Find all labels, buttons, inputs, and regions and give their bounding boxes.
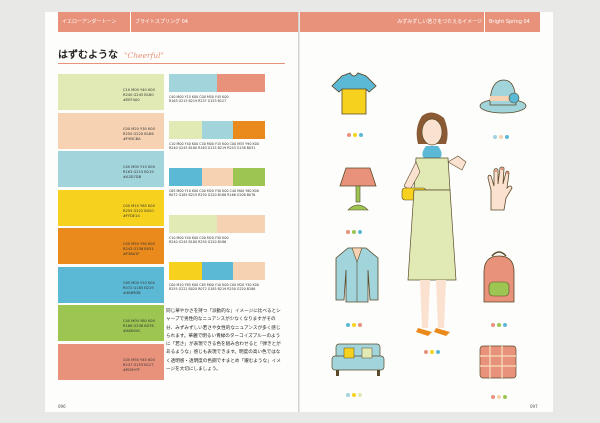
page-number-left: 096 <box>58 404 66 409</box>
combo-cell <box>233 168 265 186</box>
swatch-cmyk: C00 M10 Y85 K00 <box>123 203 155 208</box>
color-swatch: C40 M00 Y15 K00 R163 G215 B219 #A3D7DB <box>58 151 164 187</box>
color-swatch: C65 M00 Y10 K00 R072 G185 B219 #48B9DB <box>58 266 164 303</box>
combo-label: C10 M00 Y40 K00 C40 M00 Y15 K00 C00 M55 … <box>169 142 259 150</box>
combo-cell <box>201 262 234 280</box>
hand-icon <box>487 166 513 211</box>
combo-label: C65 M00 Y10 K00 C00 M20 Y30 K00 C40 M00 … <box>169 189 259 197</box>
right-header-en: Bright Spring 04 <box>484 12 541 32</box>
color-swatch: C40 M00 Y80 K00 R166 G208 B076 #A6D04C <box>58 305 164 341</box>
right-header-bar: みずみずしい若さをつたえるイメージ Bright Spring 04 <box>300 12 540 32</box>
color-swatch: C00 M10 Y85 K00 R255 G222 B020 #FFDE14 <box>58 189 164 226</box>
swatch-label: C00 M55 Y90 K00 R243 G138 B031 #F38A1F <box>123 242 155 257</box>
swatch-hex: #EEF4A0 <box>123 98 140 102</box>
combo-cell <box>169 215 217 233</box>
combo-label2: R240 G245 B180 R163 G215 B219 R243 G138 … <box>169 146 256 150</box>
swatch-label: C00 M10 Y85 K00 R255 G222 B020 #FFDE14 <box>123 204 155 219</box>
backpack-icon <box>483 251 515 303</box>
left-header-bar: イエローアンダートーン ブライトスプリング 04 <box>58 12 298 32</box>
title-en: "Cheerful" <box>124 51 164 60</box>
combo-label: C40 M00 Y15 K00 C00 M50 Y45 K00 R163 G215… <box>169 95 229 103</box>
body-text: 同じ華やかさを持つ「派動的な」イメージに比べるとシャープで男性的なニュアンスが少… <box>166 309 281 373</box>
color-combo <box>169 168 265 186</box>
combo-cell <box>217 215 265 233</box>
combo-label2: R163 G215 B219 R237 G153 B127 <box>169 99 227 103</box>
jacket-icon <box>335 247 379 303</box>
swatch-cmyk: C00 M20 Y30 K00 <box>123 126 155 131</box>
color-combo <box>169 215 265 233</box>
color-swatch: C10 M00 Y40 K00 R240 G245 B180 #EEF4A0 <box>58 74 164 110</box>
swatch-rgb: R250 G220 B186 <box>123 131 154 136</box>
combo-cell <box>201 121 234 139</box>
hat-color-dots <box>493 124 511 139</box>
woman-color-dots <box>424 339 442 354</box>
sofa-color-dots <box>346 382 364 397</box>
swatch-rgb: R255 G222 B020 <box>123 208 154 213</box>
color-swatch: C00 M55 Y90 K00 R243 G138 B031 #F38A1F <box>58 228 164 264</box>
combo-cell <box>169 168 202 186</box>
swatch-hex: #FFDE14 <box>123 213 140 218</box>
title-jp: はずむような <box>58 50 118 61</box>
combo-cell <box>169 262 202 280</box>
combo-label: C10 M00 Y40 K00 C00 M20 Y30 K00 R240 G245… <box>169 236 229 244</box>
woman-figure <box>401 112 467 336</box>
swatch-rgb: R237 G153 B127 <box>123 362 154 367</box>
color-combo <box>169 121 265 139</box>
swatch-hex: #ED997F <box>123 367 140 372</box>
swatch-label: C10 M00 Y40 K00 R240 G245 B180 #EEF4A0 <box>123 88 155 103</box>
swatch-hex: #F9DCBA <box>123 136 141 141</box>
swatch-label: C40 M00 Y80 K00 R166 G208 B076 #A6D04C <box>123 319 155 334</box>
swatch-cmyk: C65 M00 Y10 K00 <box>123 280 155 285</box>
backpack-color-dots <box>491 312 509 327</box>
combo-label: C00 M10 Y85 K00 C65 M00 Y10 K00 C00 M20 … <box>169 283 259 291</box>
combo-cell <box>233 262 265 280</box>
combo-cell <box>169 74 217 92</box>
swatch-hex: #F38A1F <box>123 252 140 256</box>
jacket-color-dots <box>346 312 364 327</box>
header-category: イエローアンダートーン <box>62 19 117 25</box>
page-title: はずむような "Cheerful" <box>58 46 164 61</box>
lamp-icon <box>339 167 377 211</box>
color-swatch: C00 M50 Y45 K00 R237 G153 B127 #ED997F <box>58 343 164 380</box>
sofa-icon <box>331 343 385 376</box>
color-combo <box>169 262 265 280</box>
cushion-icon <box>479 345 517 379</box>
swatch-hex: #A6D04C <box>123 329 141 333</box>
combo-cell <box>201 168 234 186</box>
combo-cell <box>217 74 265 92</box>
lamp-color-dots <box>346 219 364 234</box>
combo-cell <box>169 121 202 139</box>
cushion-color-dots <box>491 384 509 399</box>
swatch-hex: #A3D7DB <box>123 175 142 179</box>
swatch-label: C00 M50 Y45 K00 R237 G153 B127 #ED997F <box>123 358 155 373</box>
color-swatch: C00 M20 Y30 K00 R250 G220 B186 #F9DCBA <box>58 112 164 149</box>
color-combo <box>169 74 265 92</box>
swatch-rgb: R072 G185 B219 <box>123 285 154 290</box>
swatch-cmyk: C00 M50 Y45 K00 <box>123 357 155 362</box>
page-number-right: 097 <box>530 404 538 409</box>
tshirt-color-dots <box>347 122 365 137</box>
swatch-label: C65 M00 Y10 K00 R072 G185 B219 #48B9DB <box>123 281 155 296</box>
combo-label2: R072 G185 B219 R250 G220 B186 R166 G208 … <box>169 193 256 197</box>
title-rule <box>58 63 285 64</box>
hat-icon <box>479 79 527 114</box>
tshirt-icon <box>331 72 377 115</box>
combo-label2: R255 G222 B020 R072 G185 B219 R250 G220 … <box>169 287 256 291</box>
swatch-label: C00 M20 Y30 K00 R250 G220 B186 #F9DCBA <box>123 127 155 142</box>
right-header-section: みずみずしい若さをつたえるイメージ <box>397 19 482 25</box>
right-page: みずみずしい若さをつたえるイメージ Bright Spring 04 097 <box>300 12 553 412</box>
left-page: イエローアンダートーン ブライトスプリング 04 はずむような "Cheerful… <box>45 12 298 412</box>
combo-cell <box>233 121 265 139</box>
combo-label2: R240 G245 B180 R250 G220 B186 <box>169 240 227 244</box>
swatch-label: C40 M00 Y15 K00 R163 G215 B219 #A3D7DB <box>123 165 155 180</box>
header-section: ブライトスプリング 04 <box>130 12 225 32</box>
swatch-hex: #48B9DB <box>123 290 141 295</box>
